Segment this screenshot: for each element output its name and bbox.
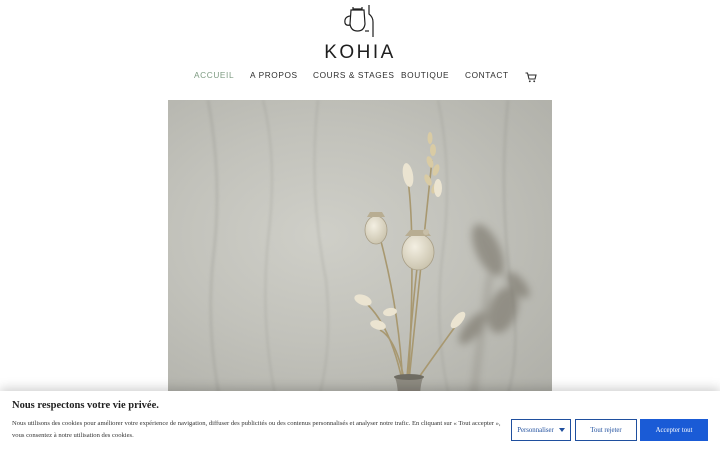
cookie-title: Nous respectons votre vie privée.	[12, 400, 159, 411]
cart-icon[interactable]	[525, 72, 537, 83]
nav-item-contact[interactable]: CONTACT	[465, 70, 509, 80]
cookie-description: Nous utilisons des cookies pour améliore…	[12, 420, 501, 439]
nav-item-accueil[interactable]: ACCUEIL	[194, 70, 234, 80]
nav-item-a-propos[interactable]: A PROPOS	[250, 70, 298, 80]
customize-label: Personnaliser	[517, 426, 554, 434]
customize-button[interactable]: Personnaliser	[511, 419, 571, 441]
nav-item-boutique[interactable]: BOUTIQUE	[401, 70, 449, 80]
accept-all-button[interactable]: Accepter tout	[640, 419, 708, 441]
nav-item-cours-stages[interactable]: COURS & STAGES	[313, 70, 395, 80]
main-nav: ACCUEIL A PROPOS COURS & STAGES BOUTIQUE…	[0, 70, 720, 86]
hero-image	[168, 100, 552, 400]
brand-logo[interactable]: KOHIA	[320, 4, 400, 63]
brand-name: KOHIA	[324, 42, 396, 63]
teapot-bottle-logo-icon	[344, 5, 374, 37]
reject-all-button[interactable]: Tout rejeter	[575, 419, 637, 441]
caret-down-icon	[558, 428, 565, 432]
